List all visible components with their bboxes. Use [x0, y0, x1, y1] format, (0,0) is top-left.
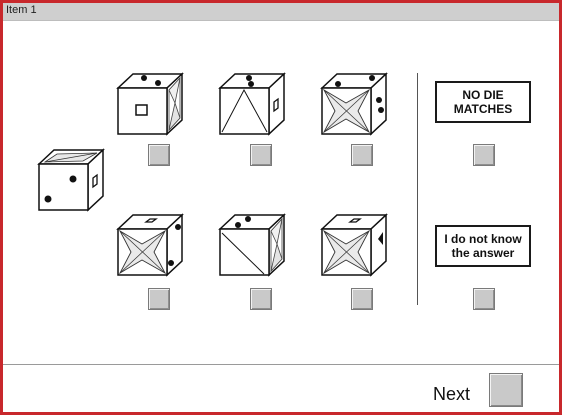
item-window: Item 1 NO DIE MATCHES I do not know the … [0, 0, 562, 415]
die-e-checkbox[interactable] [250, 288, 272, 310]
options-divider [417, 73, 418, 305]
footer-divider [3, 364, 559, 365]
die-option-e [218, 213, 286, 277]
die-c-checkbox[interactable] [351, 144, 373, 166]
reference-die [37, 148, 105, 212]
do-not-know-checkbox[interactable] [473, 288, 495, 310]
die-a-checkbox[interactable] [148, 144, 170, 166]
title-bar: Item 1 [3, 3, 559, 21]
die-f-checkbox[interactable] [351, 288, 373, 310]
item-title: Item 1 [6, 4, 37, 16]
die-b-checkbox[interactable] [250, 144, 272, 166]
next-label: Next [433, 384, 471, 404]
next-button[interactable] [489, 373, 523, 407]
no-die-matches-button[interactable]: NO DIE MATCHES [435, 81, 531, 123]
die-d-checkbox[interactable] [148, 288, 170, 310]
die-option-d [116, 213, 184, 277]
no-die-matches-checkbox[interactable] [473, 144, 495, 166]
die-option-b [218, 72, 286, 136]
die-option-f [320, 213, 388, 277]
die-option-c [320, 72, 388, 136]
die-option-a [116, 72, 184, 136]
do-not-know-button[interactable]: I do not know the answer [435, 225, 531, 267]
